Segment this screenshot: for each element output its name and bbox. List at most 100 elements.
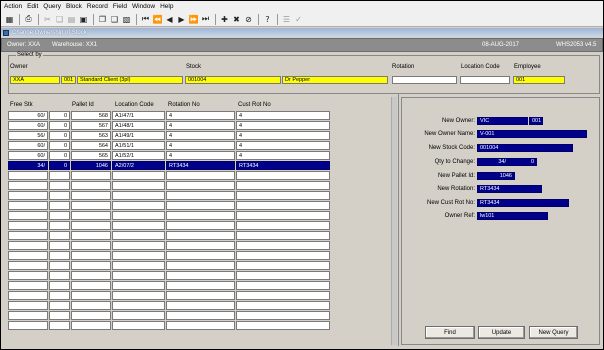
- stock-desc-field[interactable]: Dr Pepper: [282, 76, 388, 84]
- cust-rot-no-cell[interactable]: RT3434: [236, 161, 330, 170]
- pallet-id-cell[interactable]: [71, 271, 111, 280]
- location-code-cell[interactable]: [112, 251, 165, 260]
- find-button[interactable]: Find: [425, 326, 475, 339]
- rotation-no-cell[interactable]: [166, 171, 235, 180]
- pallet-id-cell[interactable]: [71, 321, 111, 330]
- free-stk-sub-cell[interactable]: [49, 231, 70, 240]
- cust-rot-no-cell[interactable]: 4: [236, 121, 330, 130]
- pallet-id-cell[interactable]: [71, 281, 111, 290]
- cust-rot-no-cell[interactable]: [236, 241, 330, 250]
- cust-rot-no-cell[interactable]: [236, 311, 330, 320]
- accept-icon[interactable]: ✓: [293, 14, 304, 25]
- location-code-cell[interactable]: [112, 171, 165, 180]
- free-stk-sub-cell[interactable]: [49, 291, 70, 300]
- free-stk-sub-cell[interactable]: [49, 261, 70, 270]
- free-stk-cell[interactable]: 60/: [8, 141, 48, 150]
- cust-rot-no-cell[interactable]: 4: [236, 141, 330, 150]
- rotation-no-cell[interactable]: [166, 301, 235, 310]
- qty-to-change-sub-field[interactable]: 0: [509, 158, 537, 166]
- location-code-cell[interactable]: [112, 321, 165, 330]
- free-stk-cell[interactable]: [8, 311, 48, 320]
- rotation-no-cell[interactable]: [166, 211, 235, 220]
- pallet-id-cell[interactable]: 564: [71, 141, 111, 150]
- location-code-cell[interactable]: A1/51/1: [112, 141, 165, 150]
- new-pallet-id-field[interactable]: 1046: [477, 172, 515, 180]
- free-stk-sub-cell[interactable]: [49, 281, 70, 290]
- menu-block[interactable]: Block: [66, 3, 82, 10]
- menu-action[interactable]: Action: [4, 3, 22, 10]
- cut-icon[interactable]: ✂: [42, 14, 53, 25]
- free-stk-cell[interactable]: 60/: [8, 111, 48, 120]
- owner-ref-field[interactable]: lw101: [477, 212, 548, 220]
- stock-code-field[interactable]: 001004: [185, 76, 281, 84]
- rotation-no-cell[interactable]: [166, 201, 235, 210]
- cust-rot-no-cell[interactable]: [236, 301, 330, 310]
- cust-rot-no-cell[interactable]: [236, 291, 330, 300]
- location-code-cell[interactable]: [112, 211, 165, 220]
- free-stk-cell[interactable]: [8, 321, 48, 330]
- rotation-no-cell[interactable]: RT3434: [166, 161, 235, 170]
- rotation-no-cell[interactable]: [166, 191, 235, 200]
- last-icon[interactable]: ⏭: [200, 14, 211, 25]
- location-code-cell[interactable]: A1/47/1: [112, 111, 165, 120]
- cust-rot-no-cell[interactable]: [236, 201, 330, 210]
- rotation-no-cell[interactable]: 4: [166, 121, 235, 130]
- menu-record[interactable]: Record: [87, 3, 108, 10]
- rotation-field[interactable]: [392, 76, 457, 84]
- location-code-cell[interactable]: [112, 181, 165, 190]
- menu-field[interactable]: Field: [113, 3, 127, 10]
- free-stk-sub-cell[interactable]: [49, 311, 70, 320]
- free-stk-sub-cell[interactable]: [49, 301, 70, 310]
- cust-rot-no-cell[interactable]: [236, 231, 330, 240]
- menu-edit[interactable]: Edit: [27, 3, 38, 10]
- menu-query[interactable]: Query: [43, 3, 61, 10]
- location-code-cell[interactable]: [112, 271, 165, 280]
- grid-scrollbar[interactable]: [391, 97, 397, 345]
- free-stk-sub-cell[interactable]: [49, 321, 70, 330]
- rotation-no-cell[interactable]: [166, 251, 235, 260]
- free-stk-cell[interactable]: [8, 231, 48, 240]
- free-stk-cell[interactable]: 60/: [8, 121, 48, 130]
- pallet-id-cell[interactable]: [71, 221, 111, 230]
- location-code-cell[interactable]: [112, 291, 165, 300]
- free-stk-sub-cell[interactable]: [49, 211, 70, 220]
- free-stk-sub-cell[interactable]: 0: [49, 111, 70, 120]
- free-stk-sub-cell[interactable]: 0: [49, 131, 70, 140]
- cust-rot-no-cell[interactable]: [236, 261, 330, 270]
- location-code-cell[interactable]: [112, 241, 165, 250]
- rotation-no-cell[interactable]: [166, 281, 235, 290]
- location-code-cell[interactable]: [112, 231, 165, 240]
- new-owner-field[interactable]: VIC: [477, 117, 528, 125]
- location-code-cell[interactable]: [112, 221, 165, 230]
- next-icon[interactable]: ▶: [176, 14, 187, 25]
- pallet-id-cell[interactable]: 563: [71, 131, 111, 140]
- owner-code-field[interactable]: XXA: [10, 76, 60, 84]
- location-code-cell[interactable]: A2/07/2: [112, 161, 165, 170]
- free-stk-sub-cell[interactable]: [49, 201, 70, 210]
- new-owner-num-field[interactable]: 001: [529, 117, 543, 125]
- cust-rot-no-cell[interactable]: [236, 221, 330, 230]
- pallet-id-cell[interactable]: 567: [71, 121, 111, 130]
- cust-rot-no-cell[interactable]: [236, 281, 330, 290]
- paste-record-icon[interactable]: ❑: [109, 14, 120, 25]
- rotation-no-cell[interactable]: [166, 321, 235, 330]
- free-stk-sub-cell[interactable]: 0: [49, 121, 70, 130]
- location-code-cell[interactable]: [112, 281, 165, 290]
- pallet-id-cell[interactable]: [71, 301, 111, 310]
- first-icon[interactable]: ⏮: [140, 14, 151, 25]
- rotation-no-cell[interactable]: [166, 231, 235, 240]
- pallet-id-cell[interactable]: 568: [71, 111, 111, 120]
- owner-name-field[interactable]: Standard Client (3pl): [77, 76, 183, 84]
- prev-block-icon[interactable]: ⏪: [152, 14, 163, 25]
- new-cust-rot-no-field[interactable]: RT3434: [477, 199, 569, 207]
- rotation-no-cell[interactable]: [166, 241, 235, 250]
- menu-window[interactable]: Window: [132, 3, 155, 10]
- free-stk-cell[interactable]: [8, 281, 48, 290]
- location-code-cell[interactable]: [112, 311, 165, 320]
- cust-rot-no-cell[interactable]: 4: [236, 151, 330, 160]
- pallet-id-cell[interactable]: [71, 191, 111, 200]
- rotation-no-cell[interactable]: [166, 181, 235, 190]
- rotation-no-cell[interactable]: [166, 261, 235, 270]
- help-icon[interactable]: ?: [262, 14, 273, 25]
- pallet-id-cell[interactable]: [71, 241, 111, 250]
